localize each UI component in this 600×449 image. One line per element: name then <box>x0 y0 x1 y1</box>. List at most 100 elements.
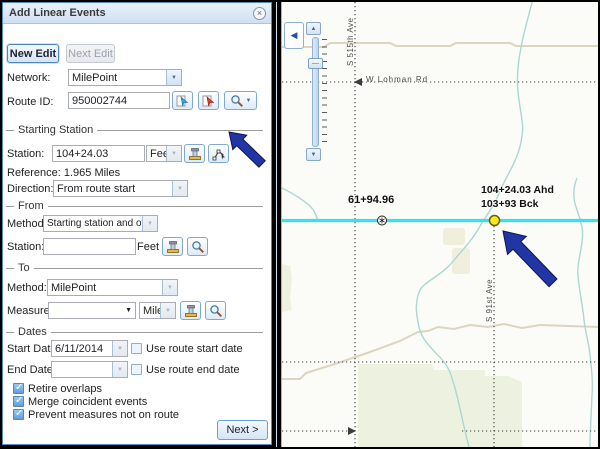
starting-station-unit-combo[interactable]: Feet ▼ <box>146 145 182 162</box>
route-search-split-button[interactable]: ▼ <box>224 91 257 110</box>
chevron-down-icon[interactable]: ▼ <box>166 70 181 85</box>
application-window: Add Linear Events × New Edit Next Edit N… <box>0 0 600 449</box>
road-label-lohman: W Lohman Rd <box>366 75 428 84</box>
clear-route-selection-button[interactable] <box>198 91 219 110</box>
use-route-start-date-checkbox[interactable] <box>131 343 142 354</box>
dates-legend: Dates <box>6 326 263 338</box>
green-area <box>358 364 522 447</box>
panel-content: New Edit Next Edit Network: MilePoint ▼ … <box>3 23 271 444</box>
selected-station-point <box>490 216 500 226</box>
measure-unit-value: Miles <box>140 305 160 317</box>
magnifier-icon <box>191 240 205 254</box>
unit-value: Feet <box>147 148 166 160</box>
use-route-end-date-checkbox[interactable] <box>131 364 142 375</box>
magnifier-icon <box>230 94 244 108</box>
close-icon[interactable]: × <box>253 7 266 20</box>
zoom-out-button[interactable]: ▼ <box>306 148 321 161</box>
panel-title: Add Linear Events <box>9 7 106 19</box>
chevron-down-icon[interactable]: ▼ <box>160 303 175 318</box>
network-combo[interactable]: MilePoint ▼ <box>68 69 182 86</box>
station-reference-marker <box>378 216 387 225</box>
station-back-label: 103+93 Bck <box>481 198 539 210</box>
from-station-unit: Feet <box>137 241 159 253</box>
road-label-515th: S 515th Ave <box>346 4 355 66</box>
to-legend: To <box>6 262 263 274</box>
prevent-measures-label: Prevent measures not on route <box>28 409 179 421</box>
from-method-label: Method: <box>7 218 47 230</box>
measure-search-button[interactable] <box>205 301 226 320</box>
direction-combo[interactable]: From route start ▼ <box>53 180 188 197</box>
measure-tool-icon <box>184 304 198 318</box>
from-method-combo[interactable]: Starting station and offset ▼ <box>43 215 158 232</box>
to-method-value: MilePoint <box>48 282 162 294</box>
new-edit-button[interactable]: New Edit <box>7 44 59 63</box>
chevron-down-icon[interactable]: ▼ <box>125 307 135 314</box>
chevron-down-icon[interactable]: ▼ <box>246 98 252 104</box>
merge-coincident-events-checkbox[interactable] <box>13 396 24 407</box>
chevron-left-icon: ◀ <box>291 30 298 41</box>
retire-overlaps-checkbox[interactable] <box>13 383 24 394</box>
reference-text: Reference: 1.965 Miles <box>7 167 120 179</box>
network-label: Network: <box>7 72 50 84</box>
arrow-up-icon: ▲ <box>311 26 317 32</box>
select-route-icon <box>176 94 190 108</box>
route-id-input[interactable] <box>68 92 170 109</box>
starting-station-input[interactable] <box>52 145 145 162</box>
locate-station-tool-button[interactable] <box>184 144 205 163</box>
green-area-left <box>282 264 292 312</box>
retire-overlaps-label: Retire overlaps <box>28 383 102 395</box>
end-date-picker[interactable]: ▼ <box>51 361 128 378</box>
from-station-input[interactable] <box>43 238 136 255</box>
start-date-picker[interactable]: 6/11/2014 ▼ <box>51 340 128 357</box>
panel-splitter[interactable] <box>276 2 277 447</box>
from-locate-tool-button[interactable] <box>162 237 183 256</box>
station-ahead-label: 104+24.03 Ahd <box>481 184 554 196</box>
from-station-label: Station: <box>7 241 44 253</box>
chevron-down-icon[interactable]: ▼ <box>112 341 127 356</box>
starting-station-legend: Starting Station <box>6 124 263 136</box>
measure-tool-icon <box>166 240 180 254</box>
route-id-label: Route ID: <box>7 96 53 108</box>
add-linear-events-panel: Add Linear Events × New Edit Next Edit N… <box>2 2 272 445</box>
zoom-in-button[interactable]: ▲ <box>306 22 321 35</box>
minor-roads <box>282 43 598 379</box>
chevron-down-icon[interactable]: ▼ <box>162 280 177 295</box>
from-search-button[interactable] <box>187 237 208 256</box>
from-legend: From <box>6 200 263 212</box>
prevent-measures-checkbox[interactable] <box>13 409 24 420</box>
chevron-down-icon[interactable]: ▼ <box>112 362 127 377</box>
merge-coincident-events-label: Merge coincident events <box>28 396 147 408</box>
next-button[interactable]: Next > <box>217 420 268 440</box>
collapse-panel-tab[interactable]: ◀ <box>284 22 304 49</box>
zoom-slider-ticks <box>322 39 327 147</box>
chevron-down-icon: ▼ <box>166 146 181 161</box>
end-date-label: End Date: <box>7 364 56 376</box>
measure-tool-icon <box>188 147 202 161</box>
station-measure-label: 61+94.96 <box>348 194 394 206</box>
map-graphics <box>282 2 598 447</box>
zoom-slider-track[interactable] <box>312 37 319 147</box>
chevron-down-icon[interactable]: ▼ <box>142 216 157 231</box>
start-date-value: 6/11/2014 <box>52 343 112 355</box>
road-label-91st: S 91st Ave <box>485 266 494 322</box>
measure-locate-tool-button[interactable] <box>180 301 201 320</box>
select-route-on-map-button[interactable] <box>172 91 193 110</box>
node-select-icon <box>212 147 226 161</box>
zoom-slider-handle[interactable] <box>308 58 323 69</box>
use-route-start-date-label: Use route start date <box>146 343 243 355</box>
measure-combo[interactable]: ▼ <box>48 302 136 319</box>
beige-patch <box>443 228 465 245</box>
measure-label: Measure: <box>7 305 53 317</box>
select-station-on-map-button[interactable] <box>208 144 229 163</box>
panel-titlebar: Add Linear Events × <box>3 3 271 24</box>
next-edit-button[interactable]: Next Edit <box>66 44 115 63</box>
dashed-line-arrowhead <box>348 427 356 435</box>
chevron-down-icon[interactable]: ▼ <box>172 181 187 196</box>
magnifier-icon <box>209 304 223 318</box>
map-viewport[interactable]: 61+94.96 104+24.03 Ahd 103+93 Bck W Lohm… <box>281 2 598 447</box>
station-label: Station: <box>7 148 44 160</box>
arrow-down-icon: ▼ <box>311 152 317 158</box>
to-method-combo[interactable]: MilePoint ▼ <box>47 279 178 296</box>
clear-route-icon <box>202 94 216 108</box>
measure-unit-combo[interactable]: Miles ▼ <box>139 302 176 319</box>
